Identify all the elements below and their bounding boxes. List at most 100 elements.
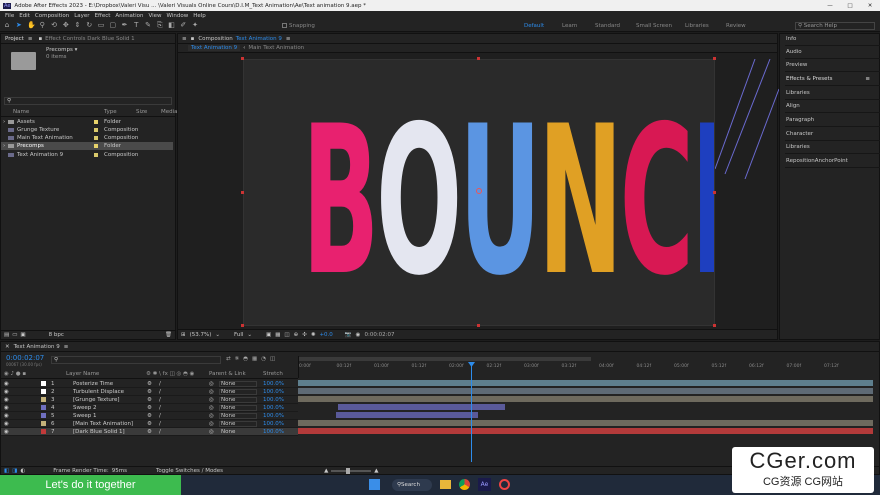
orbit-tool-icon[interactable]: ⟲ — [51, 22, 58, 29]
layer-row[interactable]: ◉ 6 [Main Text Animation] ⚙ / ◎ None 100… — [1, 420, 298, 428]
hand-tool-icon[interactable]: ✋ — [27, 22, 36, 29]
layer-row[interactable]: ◉ 5 Sweep 1 ⚙ / ◎ None 100.0% — [1, 412, 298, 420]
resolution-dropdown[interactable]: Full — [234, 332, 243, 338]
panel-paragraph[interactable]: Paragraph — [785, 114, 880, 127]
stretch-value[interactable]: 100.0% — [263, 405, 284, 411]
label-color[interactable] — [94, 128, 98, 132]
eye-icon[interactable]: ◉ — [4, 421, 9, 427]
file-explorer-icon[interactable] — [440, 480, 451, 489]
precomps-name[interactable]: Precomps ▾ — [46, 47, 77, 53]
project-item[interactable]: › Assets Folder — [3, 118, 175, 126]
project-item[interactable]: Text Animation 9 Composition — [3, 151, 175, 159]
layer-row[interactable]: ◉ 3 [Grunge Texture] ⚙ / ◎ None 100.0% — [1, 396, 298, 404]
workspace-review[interactable]: Review — [726, 23, 746, 29]
layer-row[interactable]: ◉ 1 Posterize Time ⚙ / ◎ None 100.0% — [1, 380, 298, 388]
workspace-small-screen[interactable]: Small Screen — [636, 23, 672, 29]
parent-pickwhip-icon[interactable]: ◎ — [209, 397, 214, 403]
workspace-standard[interactable]: Standard — [595, 23, 620, 29]
zoom-tool-icon[interactable]: ⚲ — [39, 22, 46, 29]
panel-libraries-2[interactable]: Libraries — [785, 141, 880, 154]
transfer-controls-icon[interactable]: ◨ — [12, 468, 17, 474]
media-player-icon[interactable] — [499, 479, 510, 490]
stretch-value[interactable]: 100.0% — [263, 397, 284, 403]
time-ruler[interactable]: 0:00f 00:12f 01:00f 01:12f 02:00f 02:12f 03:00… — [298, 356, 880, 378]
parent-dropdown[interactable]: None — [219, 380, 257, 387]
eye-icon[interactable]: ◉ — [4, 429, 9, 435]
current-time-indicator[interactable] — [471, 364, 472, 462]
layer-switches-toggle-icon[interactable]: ◧ — [4, 468, 9, 474]
panel-menu-icon[interactable]: ≡ — [286, 36, 291, 42]
layer-label-color[interactable] — [41, 429, 46, 434]
parent-dropdown[interactable]: None — [219, 412, 257, 419]
toggle-switches-modes[interactable]: Toggle Switches / Modes — [156, 468, 223, 474]
layer-switch-icon[interactable]: / — [159, 429, 161, 435]
panel-effects-presets[interactable]: Effects & Presets ≡ — [785, 73, 880, 86]
menu-animation[interactable]: Animation — [115, 13, 143, 19]
layer-switch-icon[interactable]: ⚙ — [147, 421, 152, 427]
label-color[interactable] — [94, 136, 98, 140]
layer-switch-icon[interactable]: ⚙ — [147, 429, 152, 435]
layer-switch-icon[interactable]: / — [159, 405, 161, 411]
graph-editor-icon[interactable]: ◫ — [270, 356, 275, 362]
interpret-footage-icon[interactable]: ▤ — [4, 332, 9, 338]
menu-view[interactable]: View — [148, 13, 161, 19]
layer-label-color[interactable] — [41, 397, 46, 402]
taskbar-search[interactable]: ⚲ Search — [392, 479, 432, 491]
parent-dropdown[interactable]: None — [219, 396, 257, 403]
home-icon[interactable]: ⌂ — [4, 22, 11, 29]
layer-switch-icon[interactable]: / — [159, 397, 161, 403]
project-item[interactable]: Main Text Animation Composition — [3, 134, 175, 142]
transform-handle[interactable] — [477, 57, 480, 60]
chrome-icon[interactable] — [459, 479, 470, 490]
eye-icon[interactable]: ◉ — [4, 397, 9, 403]
layer-switch-icon[interactable]: / — [159, 421, 161, 427]
menu-composition[interactable]: Composition — [35, 13, 69, 19]
transform-handle[interactable] — [477, 324, 480, 327]
zoom-slider[interactable] — [331, 468, 372, 474]
layer-row[interactable]: ◉ 7 [Dark Blue Solid 1] ⚙ / ◎ None 100.0… — [1, 428, 298, 436]
layer-track-bar[interactable] — [338, 404, 505, 410]
layer-switch-icon[interactable]: ⚙ — [147, 397, 152, 403]
bounce-text[interactable]: B O U N C E — [302, 80, 714, 305]
transform-handle[interactable] — [241, 324, 244, 327]
timeline-timecode[interactable]: 0:00:02:07 — [6, 354, 44, 362]
panel-character[interactable]: Character — [785, 128, 880, 141]
transform-handle[interactable] — [713, 191, 716, 194]
brush-tool-icon[interactable]: ✎ — [145, 22, 152, 29]
layer-track-bar[interactable] — [298, 388, 873, 394]
layer-row[interactable]: ◉ 4 Sweep 2 ⚙ / ◎ None 100.0% — [1, 404, 298, 412]
stretch-value[interactable]: 100.0% — [263, 421, 284, 427]
layer-label-color[interactable] — [41, 413, 46, 418]
parent-pickwhip-icon[interactable]: ◎ — [209, 381, 214, 387]
parent-dropdown[interactable]: None — [219, 404, 257, 411]
parent-pickwhip-icon[interactable]: ◎ — [209, 389, 214, 395]
always-preview-icon[interactable]: ⊞ — [181, 332, 186, 338]
dolly-tool-icon[interactable]: ⇕ — [74, 22, 81, 29]
snapshot-icon[interactable]: 📷 — [345, 332, 352, 338]
subtab-main-text-animation[interactable]: Main Text Animation — [248, 45, 304, 51]
in-out-icon[interactable]: ◐ — [20, 468, 25, 474]
minimize-button[interactable]: — — [820, 3, 840, 9]
menu-window[interactable]: Window — [167, 13, 189, 19]
current-time-display[interactable]: 0:00:02:07 — [364, 332, 394, 338]
trash-icon[interactable]: 🗑 — [165, 332, 172, 338]
mask-visibility-icon[interactable]: ◫ — [284, 332, 289, 338]
column-layer-name[interactable]: Layer Name — [66, 371, 99, 377]
layer-name[interactable]: Sweep 1 — [73, 413, 97, 419]
panel-menu-icon[interactable]: ≡ — [182, 36, 187, 42]
panel-menu-icon[interactable]: ≡ — [865, 76, 870, 82]
camera-behind-icon[interactable]: ▭ — [98, 22, 105, 29]
panel-audio[interactable]: Audio — [785, 46, 880, 59]
new-folder-icon[interactable]: ▭ — [12, 332, 17, 338]
pan-tool-icon[interactable]: ✥ — [62, 22, 69, 29]
layer-label-color[interactable] — [41, 421, 46, 426]
layer-switch-icon[interactable]: ⚙ — [147, 413, 152, 419]
layer-switch-icon[interactable]: / — [159, 381, 161, 387]
anchor-point-icon[interactable] — [476, 188, 482, 194]
layer-track-bar[interactable] — [298, 396, 873, 402]
column-name[interactable]: Name — [13, 109, 29, 115]
layer-label-color[interactable] — [41, 381, 46, 386]
label-color[interactable] — [94, 144, 98, 148]
parent-pickwhip-icon[interactable]: ◎ — [209, 421, 214, 427]
panel-preview[interactable]: Preview — [785, 59, 880, 72]
